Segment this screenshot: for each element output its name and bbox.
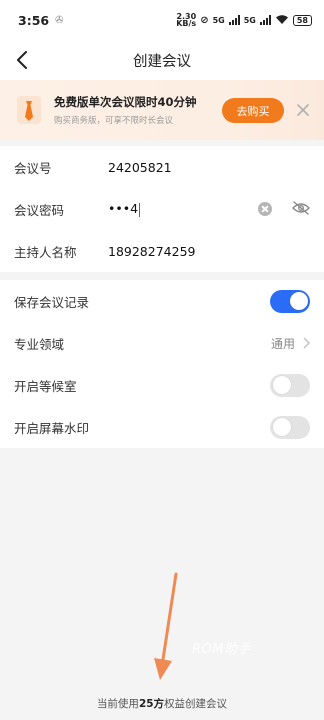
meeting-info-card: 会议号 24205821 会议密码 •••4 主持人名称 18928274259 xyxy=(0,146,324,272)
field-value-group: 通用 xyxy=(271,322,310,364)
password-label: 会议密码 xyxy=(14,202,65,218)
waiting-room-row: 开启等候室 xyxy=(0,364,324,406)
host-value: 18928274259 xyxy=(108,243,196,259)
promo-banner[interactable]: 免费版单次会议限时40分钟 购买商务版，可享不限时长会议 去购买 xyxy=(0,80,324,140)
clear-icon[interactable] xyxy=(258,202,272,216)
field-value: 通用 xyxy=(270,336,295,351)
signal-icon xyxy=(259,15,271,25)
promo-text: 免费版单次会议限时40分钟 购买商务版，可享不限时长会议 xyxy=(54,94,197,126)
text-cursor xyxy=(139,202,141,217)
wifi-icon xyxy=(275,14,289,27)
nav-bar: 创建会议 xyxy=(0,40,324,80)
waiting-room-label: 开启等候室 xyxy=(14,378,77,394)
data-saver-icon: ⊘ xyxy=(200,14,209,26)
password-input[interactable]: •••4 xyxy=(108,201,141,217)
footer-suffix: 权益创建会议 xyxy=(164,697,228,710)
meeting-id-label: 会议号 xyxy=(14,160,52,176)
password-masked: ••• xyxy=(108,201,131,217)
screen-watermark-label: 开启屏幕水印 xyxy=(14,420,90,436)
signal-icon xyxy=(228,15,240,25)
annotation-arrow xyxy=(154,572,178,680)
password-row[interactable]: 会议密码 •••4 xyxy=(0,188,324,230)
eye-off-icon[interactable] xyxy=(292,200,310,219)
page-title: 创建会议 xyxy=(133,53,191,70)
host-label: 主持人名称 xyxy=(14,244,77,260)
field-label: 专业领域 xyxy=(14,336,65,352)
host-row: 主持人名称 18928274259 xyxy=(0,230,324,272)
promo-subtitle: 购买商务版，可享不限时长会议 xyxy=(54,116,174,126)
save-record-row: 保存会议记录 xyxy=(0,280,324,322)
status-icons: 2.30 KB/s ⊘ 5G 5G 58 xyxy=(176,12,312,28)
save-record-label: 保存会议记录 xyxy=(14,294,90,310)
promo-title: 免费版单次会议限时40分钟 xyxy=(54,95,197,109)
chevron-right-icon xyxy=(303,334,310,353)
meeting-id-row: 会议号 24205821 xyxy=(0,146,324,188)
overlay-watermark: ROM助手 xyxy=(192,642,251,657)
network-speed: 2.30 KB/s xyxy=(176,12,197,28)
screen-watermark-toggle[interactable] xyxy=(270,415,310,439)
password-visible-char: 4 xyxy=(130,201,139,217)
status-time: 3:56 xyxy=(18,12,50,28)
footer-highlight: 25方 xyxy=(138,697,165,710)
footer-info: 当前使用 25方 权益创建会议 xyxy=(0,686,324,720)
tie-icon xyxy=(12,91,46,129)
buy-button[interactable]: 去购买 xyxy=(222,98,284,123)
waiting-room-toggle[interactable] xyxy=(270,373,310,397)
screen-watermark-row: 开启屏幕水印 xyxy=(0,406,324,448)
network-type-2: 5G xyxy=(243,15,256,25)
status-bar: 3:56 ✇ 2.30 KB/s ⊘ 5G 5G 58 xyxy=(0,0,324,40)
battery-icon: 58 xyxy=(292,14,312,26)
footer-prefix: 当前使用 xyxy=(96,697,139,710)
password-actions xyxy=(258,188,310,230)
settings-card: 保存会议记录 专业领域 通用 开启等候室 开启屏幕水印 xyxy=(0,280,324,448)
field-row[interactable]: 专业领域 通用 xyxy=(0,322,324,364)
meeting-id-value: 24205821 xyxy=(108,159,172,175)
save-record-toggle[interactable] xyxy=(270,289,310,313)
close-icon[interactable] xyxy=(296,102,310,116)
back-arrow-icon[interactable] xyxy=(10,48,34,72)
settings-small-icon: ✇ xyxy=(55,14,64,26)
network-type-1: 5G xyxy=(212,15,225,25)
